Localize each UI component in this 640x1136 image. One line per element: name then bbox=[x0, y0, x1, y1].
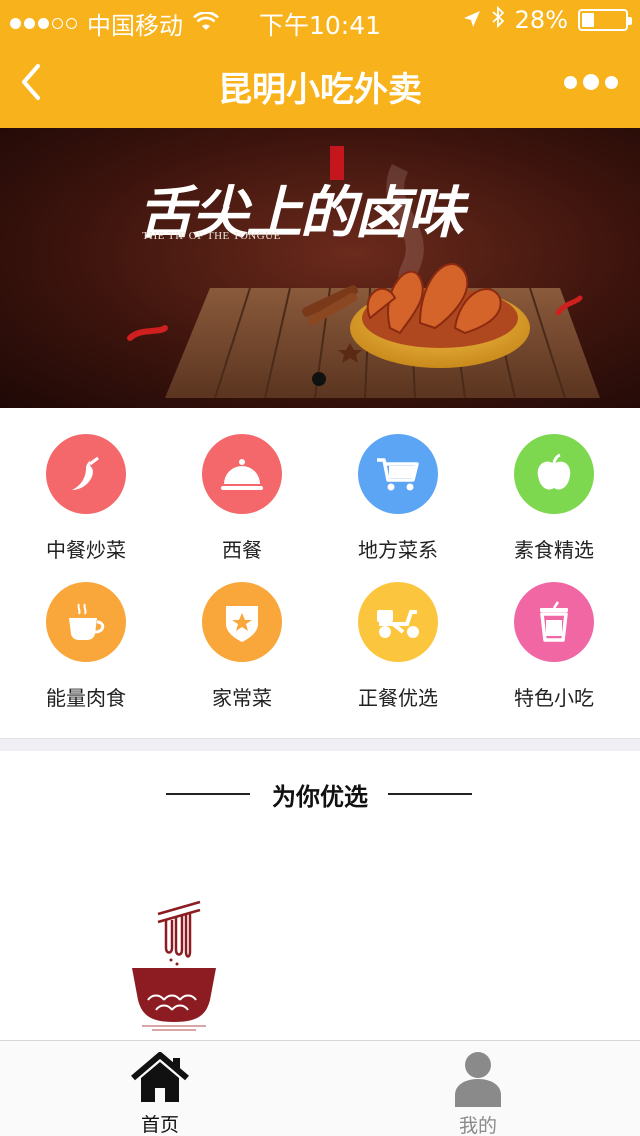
status-bar: 中国移动 下午10:41 28% bbox=[0, 0, 640, 40]
tab-home-label: 首页 bbox=[140, 1114, 179, 1136]
cloche-icon bbox=[202, 434, 282, 514]
category-item[interactable]: 特色小吃 bbox=[476, 582, 632, 711]
status-right: 28% bbox=[463, 5, 632, 34]
cup-icon bbox=[46, 582, 126, 662]
apple-icon bbox=[514, 434, 594, 514]
category-item[interactable]: 素食精选 bbox=[476, 434, 632, 563]
tab-profile-label: 我的 bbox=[458, 1115, 497, 1136]
noodle-bowl-logo[interactable] bbox=[128, 900, 220, 1032]
category-label: 西餐 bbox=[222, 538, 262, 562]
section-line-right bbox=[388, 793, 472, 795]
tab-home[interactable]: 首页 bbox=[80, 1041, 240, 1136]
scooter-icon bbox=[358, 582, 438, 662]
category-item[interactable]: 中餐炒菜 bbox=[8, 434, 164, 563]
carousel-indicator bbox=[312, 372, 326, 386]
category-label: 特色小吃 bbox=[514, 686, 594, 710]
category-label: 地方菜系 bbox=[358, 538, 438, 562]
chili-icon bbox=[46, 434, 126, 514]
banner-subline: THE TIP OF THE TONGUE bbox=[142, 230, 281, 242]
category-label: 素食精选 bbox=[514, 538, 594, 562]
section-divider bbox=[0, 738, 640, 751]
home-icon bbox=[128, 1049, 192, 1106]
profile-icon bbox=[446, 1049, 510, 1107]
battery-icon bbox=[578, 9, 632, 31]
section-title: 为你优选 bbox=[272, 783, 368, 811]
more-options-button[interactable] bbox=[564, 74, 618, 90]
category-label: 中餐炒菜 bbox=[46, 538, 126, 562]
cart-icon bbox=[358, 434, 438, 514]
category-label: 能量肉食 bbox=[46, 686, 126, 710]
location-arrow-icon bbox=[463, 6, 481, 34]
category-item[interactable]: 西餐 bbox=[164, 434, 320, 563]
tab-profile[interactable]: 我的 bbox=[398, 1041, 558, 1136]
category-label: 正餐优选 bbox=[358, 686, 438, 710]
promo-banner[interactable]: 舌尖上的卤味 THE TIP OF THE TONGUE bbox=[0, 128, 640, 408]
category-item[interactable]: 地方菜系 bbox=[320, 434, 476, 563]
category-label: 家常菜 bbox=[212, 686, 272, 710]
tab-bar: 首页 我的 bbox=[0, 1040, 640, 1136]
category-item[interactable]: 正餐优选 bbox=[320, 582, 476, 711]
page-title: 昆明小吃外卖 bbox=[218, 70, 422, 110]
category-item[interactable]: 能量肉食 bbox=[8, 582, 164, 711]
battery-percent: 28% bbox=[514, 6, 568, 34]
badge-icon bbox=[202, 582, 282, 662]
navigation-bar: 昆明小吃外卖 bbox=[0, 40, 640, 128]
category-item[interactable]: 家常菜 bbox=[164, 582, 320, 711]
bluetooth-icon bbox=[491, 5, 505, 34]
category-grid: 中餐炒菜 西餐 地方菜系 素食精选 能量肉食 家常菜 正餐优选 特色小吃 bbox=[0, 408, 640, 738]
section-header: 为你优选 bbox=[0, 775, 640, 811]
drink-icon bbox=[514, 582, 594, 662]
